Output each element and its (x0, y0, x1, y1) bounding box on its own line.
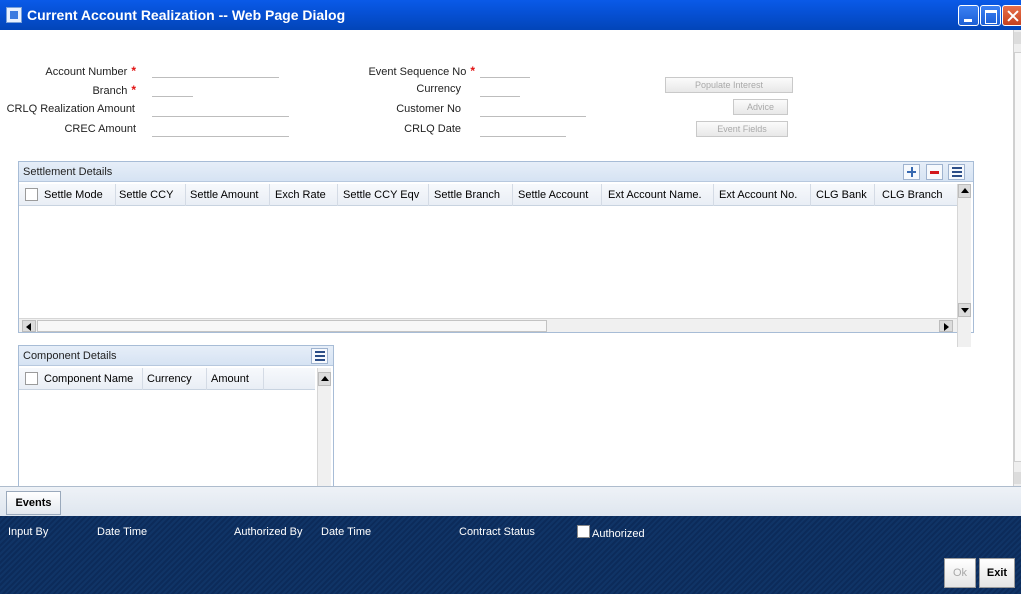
col-clg-branch[interactable]: CLG Branch (882, 189, 943, 201)
authorized-label: Authorized (592, 528, 645, 540)
settlement-column-header: Settle Mode Settle CCY Settle Amount Exc… (19, 184, 957, 206)
settlement-details-header: Settlement Details (19, 162, 973, 182)
scroll-right-icon[interactable] (939, 320, 953, 332)
contract-status-label: Contract Status (459, 526, 535, 538)
col-currency[interactable]: Currency (147, 373, 192, 385)
select-all-checkbox[interactable] (25, 372, 38, 385)
settlement-details-title: Settlement Details (23, 166, 113, 178)
col-ext-account-name[interactable]: Ext Account Name. (608, 189, 702, 201)
event-sequence-no-label: Event Sequence No * (368, 64, 475, 78)
currency-field[interactable] (480, 81, 520, 97)
required-marker: * (131, 83, 136, 97)
scroll-up-icon[interactable] (1014, 32, 1021, 44)
required-marker: * (131, 64, 136, 78)
component-details-title: Component Details (23, 350, 117, 362)
event-sequence-no-field[interactable] (480, 62, 530, 78)
account-number-label: Account Number * (45, 64, 136, 78)
component-vertical-scrollbar[interactable] (317, 368, 331, 486)
col-ext-account-no[interactable]: Ext Account No. (719, 189, 797, 201)
col-settle-ccy[interactable]: Settle CCY (119, 189, 173, 201)
col-settle-account[interactable]: Settle Account (518, 189, 588, 201)
window-title: Current Account Realization -- Web Page … (27, 7, 346, 23)
col-settle-branch[interactable]: Settle Branch (434, 189, 500, 201)
scroll-up-icon[interactable] (318, 372, 331, 386)
currency-label: Currency (416, 83, 461, 95)
scroll-down-icon[interactable] (1014, 472, 1021, 484)
crlq-date-field[interactable] (480, 121, 566, 137)
title-bar: Current Account Realization -- Web Page … (0, 0, 1021, 30)
single-view-icon[interactable] (311, 348, 328, 364)
maximize-button[interactable] (980, 5, 1001, 26)
settlement-horizontal-scrollbar[interactable] (19, 318, 957, 332)
component-column-header: Component Name Currency Amount (19, 368, 315, 390)
crlq-realization-amount-field[interactable] (152, 101, 289, 117)
component-details-header: Component Details (19, 346, 333, 366)
audit-footer: Input By Date Time Authorized By Date Ti… (0, 516, 1021, 594)
dialog-content: Account Number * Branch * CRLQ Realization… (0, 30, 1013, 486)
app-icon (6, 7, 22, 23)
scroll-left-icon[interactable] (22, 320, 36, 332)
crec-amount-label: CREC Amount (64, 123, 136, 135)
settlement-details-panel: Settlement Details Settle Mode Settle CC… (18, 161, 974, 347)
col-clg-bank[interactable]: CLG Bank (816, 189, 867, 201)
col-exch-rate[interactable]: Exch Rate (275, 189, 326, 201)
ok-button[interactable]: Ok (944, 558, 976, 588)
component-details-panel: Component Details Component Name Currenc… (18, 345, 334, 486)
events-button[interactable]: Events (6, 491, 61, 515)
dialog-vertical-scrollbar[interactable] (1013, 30, 1021, 486)
account-number-field[interactable] (152, 62, 279, 78)
exit-button[interactable]: Exit (979, 558, 1015, 588)
scroll-thumb[interactable] (1014, 52, 1021, 462)
delete-row-icon[interactable] (926, 164, 943, 180)
add-row-icon[interactable] (903, 164, 920, 180)
branch-label: Branch * (92, 83, 136, 97)
customer-no-label: Customer No (396, 103, 461, 115)
advice-button[interactable]: Advice (733, 99, 788, 115)
col-settle-amount[interactable]: Settle Amount (190, 189, 259, 201)
col-component-name[interactable]: Component Name (44, 373, 133, 385)
branch-field[interactable] (152, 81, 193, 97)
required-marker: * (470, 64, 475, 78)
single-view-icon[interactable] (948, 164, 965, 180)
crlq-date-label: CRLQ Date (404, 123, 461, 135)
crlq-realization-amount-label: CRLQ Realization Amount (6, 103, 135, 115)
input-by-label: Input By (8, 526, 49, 538)
crec-amount-field[interactable] (152, 121, 289, 137)
date-time-label: Date Time (321, 526, 372, 538)
select-all-checkbox[interactable] (25, 188, 38, 201)
close-button[interactable] (1002, 5, 1021, 26)
minimize-button[interactable] (958, 5, 979, 26)
authorized-by-label: Authorized By (234, 526, 303, 538)
col-settle-ccy-eqv[interactable]: Settle CCY Eqv (343, 189, 419, 201)
scroll-thumb[interactable] (37, 320, 547, 332)
scroll-down-icon[interactable] (958, 303, 971, 317)
authorized-checkbox[interactable] (577, 525, 590, 538)
customer-no-field[interactable] (480, 101, 586, 117)
event-fields-button[interactable]: Event Fields (696, 121, 788, 137)
col-settle-mode[interactable]: Settle Mode (44, 189, 103, 201)
events-bar: Events (0, 486, 1021, 516)
settlement-vertical-scrollbar[interactable] (957, 184, 971, 347)
col-amount[interactable]: Amount (211, 373, 249, 385)
scroll-up-icon[interactable] (958, 184, 971, 198)
date-time-label: Date Time (97, 526, 148, 538)
populate-interest-button[interactable]: Populate Interest (665, 77, 793, 93)
